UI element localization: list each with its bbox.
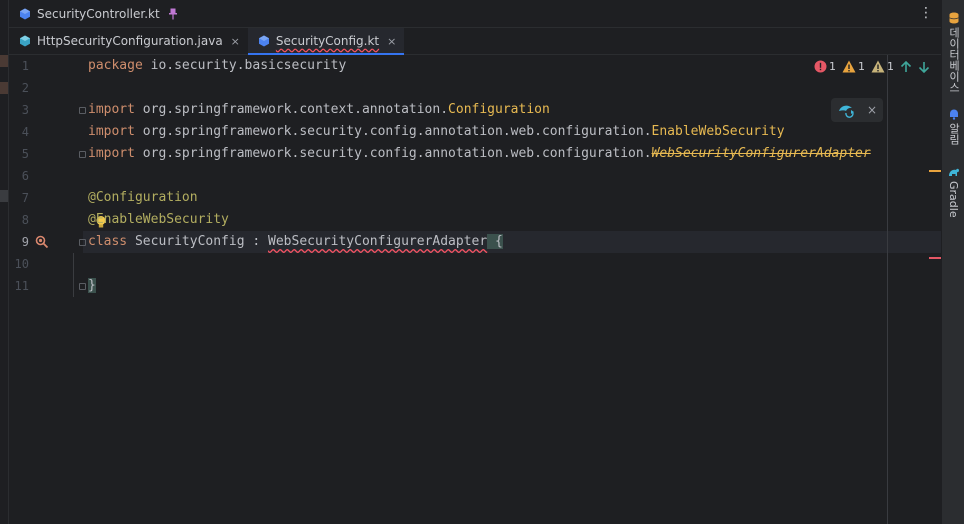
tab-label: HttpSecurityConfiguration.java [37, 34, 223, 48]
code-line: import org.springframework.context.annot… [88, 102, 550, 117]
tab-label: SecurityConfig.kt [275, 34, 380, 48]
open-brace: { [487, 234, 503, 249]
pin-icon[interactable] [168, 8, 178, 20]
line-number: 4 [21, 125, 29, 139]
inspection-widget[interactable]: 1 1 1 [814, 60, 930, 73]
notifications-tool-button[interactable]: 알림 [942, 108, 964, 145]
editor-area: SecurityController.kt ⋮ HttpSecurityConf… [9, 0, 941, 524]
notifications-icon [949, 109, 958, 120]
next-highlight-arrow-icon[interactable] [918, 61, 930, 73]
weak-warning-icon [871, 60, 885, 73]
close-brace: } [88, 278, 96, 293]
spring-bean-gutter-icon[interactable] [35, 235, 49, 249]
weak-warning-count[interactable]: 1 [871, 60, 894, 73]
error-count[interactable]: 1 [814, 60, 836, 73]
line-number: 2 [21, 81, 29, 95]
right-tool-window-bar: 데이터베이스 알림 Gradle [941, 0, 964, 524]
code-editor[interactable]: package io.security.basicsecurity import… [83, 55, 888, 524]
warning-icon [842, 60, 856, 73]
previous-highlight-arrow-icon[interactable] [900, 60, 912, 73]
database-icon [948, 12, 959, 24]
line-number-current: 9 [21, 235, 29, 249]
tab-security-config[interactable]: SecurityConfig.kt × [247, 28, 405, 55]
code-line: } [88, 275, 96, 297]
pinned-tab-bar: SecurityController.kt ⋮ [9, 0, 941, 28]
line-number-gutter[interactable]: 1 2 3 4 5 6 7 8 9 10 11 [9, 55, 106, 524]
kotlin-file-icon [20, 8, 30, 19]
database-tool-button[interactable]: 데이터베이스 [942, 12, 964, 93]
floating-toolbar: × [831, 98, 883, 122]
indent-guide [73, 253, 74, 297]
kotlin-file-icon [258, 35, 269, 47]
line-number: 11 [14, 279, 29, 293]
warning-stripe-mark[interactable] [929, 170, 941, 172]
more-options-button[interactable]: ⋮ [919, 5, 933, 21]
code-line-current: class SecurityConfig : WebSecurityConfig… [88, 234, 503, 249]
line-number: 8 [21, 213, 29, 227]
database-label: 데이터베이스 [947, 27, 961, 93]
close-icon[interactable]: × [867, 103, 877, 117]
error-icon [814, 60, 827, 73]
code-line: import org.springframework.security.conf… [88, 146, 871, 161]
left-strip-marker [0, 82, 8, 94]
left-strip-marker [0, 190, 8, 202]
code-line: @EnableWebSecurity [88, 212, 229, 227]
gradle-label: Gradle [947, 181, 960, 218]
close-icon[interactable]: × [231, 35, 240, 48]
gradle-icon [948, 168, 959, 176]
line-number: 5 [21, 147, 29, 161]
code-line: @Configuration [88, 190, 198, 205]
dolphin-refresh-icon[interactable] [837, 102, 855, 118]
gradle-tool-button[interactable]: Gradle [942, 166, 964, 218]
tab-http-security-configuration[interactable]: HttpSecurityConfiguration.java × [9, 28, 248, 54]
left-tool-strip [0, 0, 9, 524]
tab-security-controller[interactable]: SecurityController.kt [9, 0, 186, 27]
error-unresolved-reference: WebSecurityConfigurerAdapter [268, 234, 488, 249]
left-strip-marker [0, 55, 8, 67]
code-line: import org.springframework.security.conf… [88, 124, 785, 139]
warning-count[interactable]: 1 [842, 60, 865, 73]
close-icon[interactable]: × [387, 35, 396, 48]
line-number: 6 [21, 169, 29, 183]
tab-label: SecurityController.kt [37, 6, 160, 21]
editor-tab-bar: HttpSecurityConfiguration.java × Securit… [9, 28, 941, 55]
code-line: package io.security.basicsecurity [88, 58, 347, 73]
line-number: 7 [21, 191, 29, 205]
line-number: 1 [21, 59, 29, 73]
error-stripe-mark[interactable] [929, 257, 941, 259]
line-number: 3 [21, 103, 29, 117]
java-class-file-icon [20, 35, 30, 47]
deprecated-class: WebSecurityConfigurerAdapter [651, 146, 871, 161]
notifications-label: 알림 [947, 123, 961, 145]
line-number: 10 [14, 257, 29, 271]
